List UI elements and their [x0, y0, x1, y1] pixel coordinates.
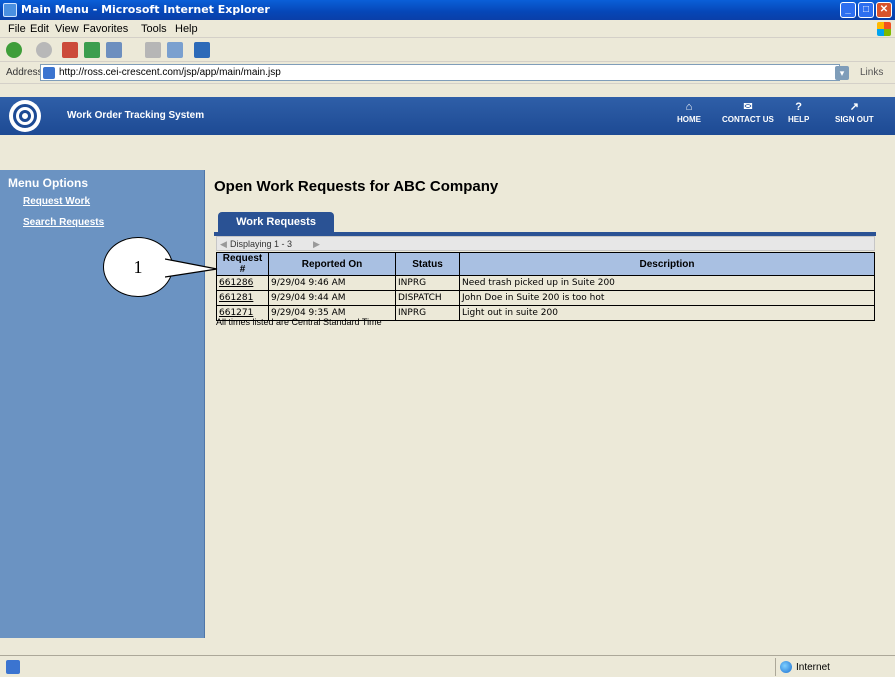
- page-status-icon: [6, 660, 20, 674]
- envelope-icon: ✉: [743, 101, 753, 113]
- nav-home[interactable]: ⌂ HOME: [677, 101, 701, 125]
- windows-logo-icon: [877, 22, 891, 36]
- minimize-button[interactable]: _: [840, 2, 856, 18]
- window-title: Main Menu - Microsoft Internet Explorer: [21, 3, 270, 16]
- table-header-row: Request # Reported On Status Description: [216, 252, 875, 276]
- menu-file[interactable]: File: [8, 23, 26, 35]
- security-zone: Internet: [775, 658, 893, 676]
- zone-label: Internet: [796, 662, 830, 673]
- forward-icon[interactable]: [36, 42, 52, 58]
- nav-contact-label: CONTACT US: [722, 115, 774, 124]
- work-requests-table: Request # Reported On Status Description…: [216, 252, 875, 321]
- toolbar: [0, 38, 895, 62]
- status-cell: INPRG: [395, 305, 460, 321]
- status-bar: Internet: [0, 655, 895, 677]
- description-cell: Light out in suite 200: [459, 305, 875, 321]
- description-cell: John Doe in Suite 200 is too hot: [459, 290, 875, 306]
- address-bar: Address http://ross.cei-crescent.com/jsp…: [0, 62, 895, 84]
- address-url: http://ross.cei-crescent.com/jsp/app/mai…: [59, 67, 281, 78]
- stop-icon[interactable]: [62, 42, 78, 58]
- prev-page-icon[interactable]: ◀: [220, 239, 227, 250]
- messenger-icon[interactable]: [194, 42, 210, 58]
- menu-tools[interactable]: Tools: [141, 23, 167, 35]
- table-row: 661286 9/29/04 9:46 AM INPRG Need trash …: [216, 275, 875, 291]
- nav-contact[interactable]: ✉ CONTACT US: [722, 101, 774, 125]
- sidebar-item-search-requests[interactable]: Search Requests: [23, 217, 104, 228]
- callout-pointer: [165, 258, 218, 278]
- page-title: Open Work Requests for ABC Company: [214, 178, 499, 195]
- page-icon: [43, 67, 55, 79]
- tab-work-requests[interactable]: Work Requests: [218, 212, 334, 233]
- next-page-icon[interactable]: ▶: [313, 239, 320, 250]
- help-icon: ?: [795, 101, 803, 113]
- links-button[interactable]: Links: [860, 67, 883, 78]
- signout-icon: ↗: [849, 101, 859, 113]
- status-cell: DISPATCH: [395, 290, 460, 306]
- menu-bar: File Edit View Favorites Tools Help: [0, 20, 895, 38]
- print-icon[interactable]: [145, 42, 161, 58]
- address-label: Address: [6, 67, 43, 78]
- request-link[interactable]: 661281: [219, 293, 253, 303]
- maximize-button[interactable]: □: [858, 2, 874, 18]
- nav-home-label: HOME: [677, 115, 701, 124]
- sidebar-heading: Menu Options: [8, 176, 88, 190]
- refresh-icon[interactable]: [84, 42, 100, 58]
- column-header-reported-on[interactable]: Reported On: [268, 252, 396, 276]
- callout-number: 1: [103, 237, 173, 297]
- sidebar-item-request-work[interactable]: Request Work: [23, 196, 90, 207]
- column-header-status[interactable]: Status: [395, 252, 460, 276]
- edit-icon[interactable]: [167, 42, 183, 58]
- sidebar: Menu Options Request Work Search Request…: [0, 170, 205, 638]
- title-bar: Main Menu - Microsoft Internet Explorer …: [0, 0, 895, 20]
- back-icon[interactable]: [6, 42, 22, 58]
- description-cell: Need trash picked up in Suite 200: [459, 275, 875, 291]
- nav-help[interactable]: ? HELP: [788, 101, 810, 125]
- reported-cell: 9/29/04 9:46 AM: [268, 275, 396, 291]
- menu-favorites[interactable]: Favorites: [83, 23, 128, 35]
- status-cell: INPRG: [395, 275, 460, 291]
- company-logo: [9, 100, 41, 132]
- address-input[interactable]: http://ross.cei-crescent.com/jsp/app/mai…: [40, 64, 840, 81]
- globe-icon: [780, 661, 792, 673]
- app-header: Work Order Tracking System ⌂ HOME ✉ CONT…: [0, 97, 895, 135]
- home-icon: ⌂: [685, 101, 693, 113]
- dropdown-arrow-icon[interactable]: ▾: [835, 66, 849, 80]
- close-button[interactable]: ✕: [876, 2, 892, 18]
- menu-edit[interactable]: Edit: [30, 23, 49, 35]
- menu-view[interactable]: View: [55, 23, 79, 35]
- reported-cell: 9/29/04 9:44 AM: [268, 290, 396, 306]
- home-icon[interactable]: [106, 42, 122, 58]
- nav-help-label: HELP: [788, 115, 810, 124]
- ie-icon: [3, 3, 17, 17]
- nav-signout-label: SIGN OUT: [835, 115, 874, 124]
- timezone-note: All times listed are Central Standard Ti…: [216, 317, 382, 327]
- column-header-description[interactable]: Description: [459, 252, 875, 276]
- paging-label: Displaying 1 - 3: [230, 239, 293, 249]
- pagination-bar: ◀ Displaying 1 - 3 ▶: [216, 236, 875, 251]
- nav-signout[interactable]: ↗ SIGN OUT: [835, 101, 874, 125]
- table-row: 661281 9/29/04 9:44 AM DISPATCH John Doe…: [216, 290, 875, 306]
- browser-window: Main Menu - Microsoft Internet Explorer …: [0, 0, 895, 677]
- menu-help[interactable]: Help: [175, 23, 198, 35]
- app-title: Work Order Tracking System: [67, 110, 205, 121]
